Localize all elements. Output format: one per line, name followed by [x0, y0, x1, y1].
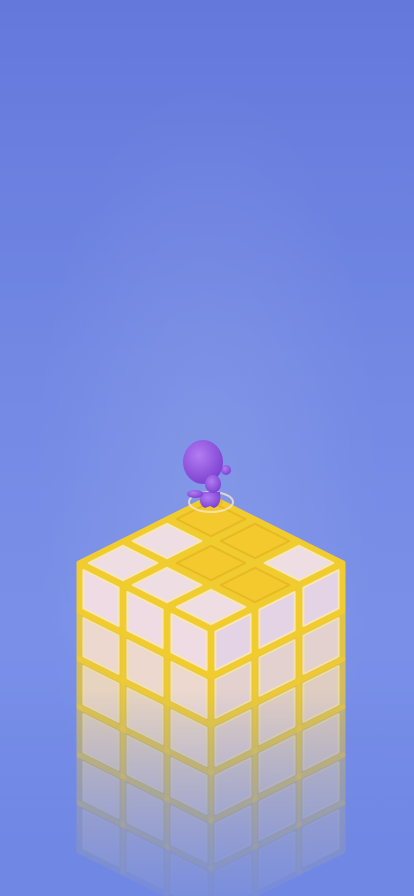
game-scene[interactable] — [0, 0, 414, 896]
player-character[interactable] — [183, 440, 234, 513]
character-left-arm — [187, 490, 203, 498]
bottom-fade — [0, 690, 414, 896]
character-torso — [205, 475, 221, 493]
cube-board[interactable] — [0, 0, 414, 896]
